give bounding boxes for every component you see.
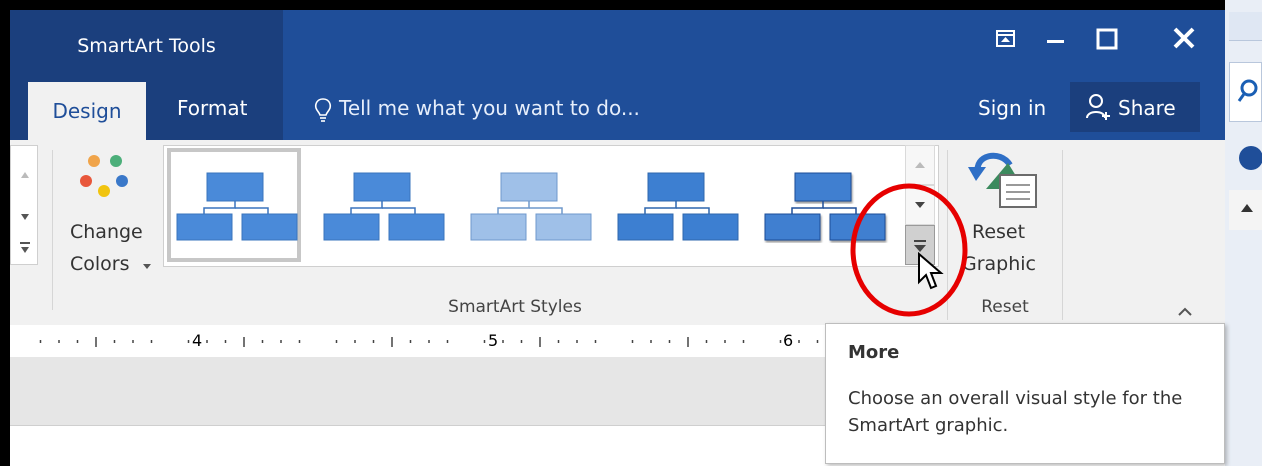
tab-design[interactable]: Design (28, 82, 146, 140)
smartart-style-option[interactable] (608, 148, 742, 262)
tab-design-label: Design (52, 99, 122, 123)
color-palette-icon (80, 155, 128, 197)
ruler-number: 4 (192, 331, 203, 350)
tooltip-title: More (848, 342, 900, 363)
window-frame-left (0, 0, 10, 466)
mouse-cursor-icon (918, 252, 944, 290)
chevron-down-icon (143, 264, 151, 269)
window-frame-top (0, 0, 1262, 10)
help-icon (1229, 140, 1262, 180)
search-icon (1237, 79, 1258, 102)
restore-ribbon-icon (996, 30, 1015, 47)
contextual-tab-group-label: SmartArt Tools (77, 35, 216, 57)
change-colors-label-1: Change (70, 221, 143, 243)
group-separator (1062, 150, 1063, 320)
lightbulb-icon (314, 98, 332, 122)
person-add-icon (1086, 94, 1110, 120)
background-search-box (1229, 62, 1262, 122)
minimize-icon (1047, 40, 1064, 43)
chevron-up-icon (1178, 307, 1192, 316)
tooltip-description: Choose an overall visual style for the S… (848, 388, 1183, 436)
smartart-style-option[interactable] (167, 148, 301, 262)
smartart-style-option[interactable] (461, 148, 595, 262)
group-separator (52, 150, 53, 310)
share-label: Share (1118, 96, 1176, 120)
tab-format[interactable]: Format (177, 96, 247, 120)
ruler-number: 5 (488, 331, 499, 350)
background-scroll-up (1229, 190, 1262, 230)
ribbon-display-options-button[interactable] (980, 22, 1030, 58)
highlight-circle (850, 183, 968, 317)
share-button[interactable]: Share (1070, 82, 1200, 132)
ruler-ticks (39, 337, 819, 347)
sign-in-link[interactable]: Sign in (978, 96, 1046, 120)
scroll-arrows-icon (20, 172, 30, 253)
change-colors-label-2: Colors (70, 253, 130, 275)
maximize-icon (1096, 28, 1118, 50)
change-colors-button[interactable]: Change Colors (60, 145, 160, 285)
tell-me-placeholder: Tell me what you want to do... (339, 96, 640, 120)
minimize-button[interactable] (1030, 22, 1080, 58)
maximize-button[interactable] (1082, 22, 1132, 58)
background-window-bar (1229, 12, 1262, 41)
collapse-ribbon-button[interactable] (1173, 303, 1197, 321)
close-icon (1173, 27, 1195, 49)
reset-graphic-label-1: Reset (972, 221, 1026, 243)
ruler-number: 6 (783, 331, 794, 350)
smartart-style-option[interactable] (314, 148, 448, 262)
reset-graphic-icon (968, 152, 1037, 208)
layouts-gallery-scroll[interactable] (10, 145, 38, 265)
smartart-styles-group-label: SmartArt Styles (448, 297, 582, 317)
close-button[interactable] (1165, 22, 1215, 58)
